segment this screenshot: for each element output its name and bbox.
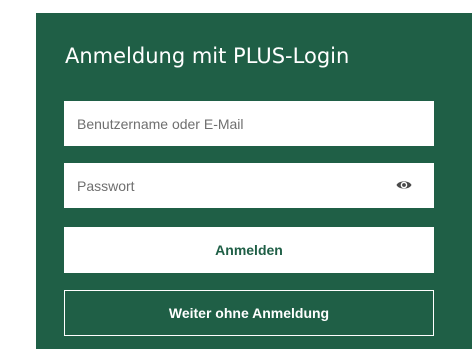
login-button[interactable]: Anmelden [64, 227, 434, 273]
login-title: Anmeldung mit PLUS-Login [65, 44, 350, 68]
continue-without-login-button[interactable]: Weiter ohne Anmeldung [64, 290, 434, 336]
username-input[interactable] [64, 101, 434, 146]
username-field-container [64, 101, 434, 146]
login-panel: Anmeldung mit PLUS-Login Anmelden Weiter… [36, 13, 472, 349]
eye-icon[interactable] [396, 178, 412, 192]
password-input[interactable] [64, 163, 434, 208]
password-field-container [64, 163, 434, 208]
